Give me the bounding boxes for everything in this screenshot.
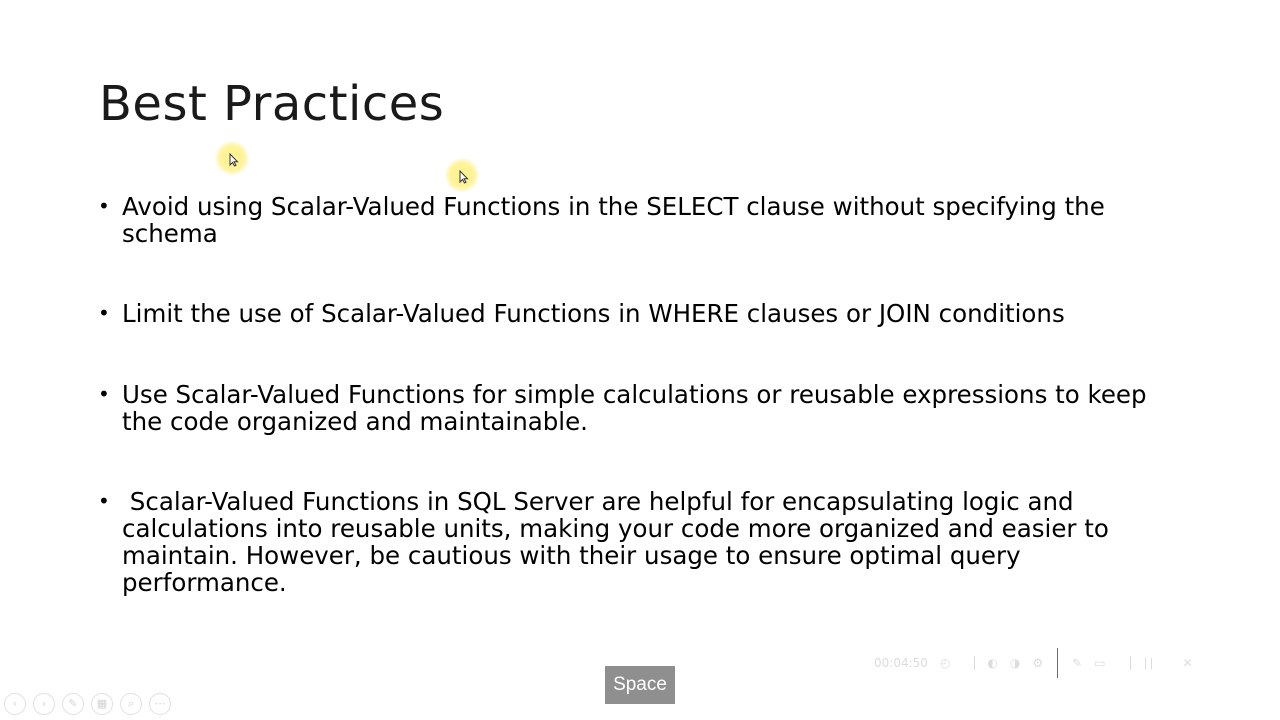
bullet-marker: •	[98, 194, 110, 218]
bullet-text: Scalar-Valued Functions in SQL Server ar…	[122, 487, 1117, 597]
bullet-text: Use Scalar-Valued Functions for simple c…	[122, 380, 1147, 436]
list-item: • Use Scalar-Valued Functions for simple…	[98, 381, 1178, 435]
speaker-icon[interactable]: ◑	[1010, 656, 1020, 670]
toolbar-separator	[1057, 648, 1059, 678]
presentation-timer: 00:04:50	[874, 656, 928, 670]
presenter-toolbar: 00:04:50 ◴ ◐ ◑ ⚙ ✎ ▭ ∣∣ ✕	[874, 648, 1205, 678]
bullet-marker: •	[98, 382, 110, 406]
zoom-icon[interactable]: ⌕	[120, 693, 142, 715]
close-icon[interactable]: ✕	[1183, 656, 1193, 670]
pause-bars-icon[interactable]: ∣∣	[1143, 656, 1155, 670]
bullet-text: Avoid using Scalar-Valued Functions in t…	[122, 192, 1105, 248]
toolbar-divider	[1129, 656, 1131, 670]
presentation-slide: Best Practices • Avoid using Scalar-Valu…	[0, 0, 1280, 720]
keystroke-badge: Space	[605, 666, 675, 704]
pause-icon[interactable]: ◴	[940, 656, 950, 670]
toolbar-divider	[974, 656, 976, 670]
list-item: • Avoid using Scalar-Valued Functions in…	[98, 193, 1178, 247]
slide-title: Best Practices	[99, 76, 445, 132]
bullet-text: Limit the use of Scalar-Valued Functions…	[122, 299, 1065, 328]
mouse-pointer-icon	[229, 153, 239, 167]
cursor-highlight	[215, 141, 249, 175]
list-item: • Scalar-Valued Functions in SQL Server …	[98, 488, 1178, 596]
previous-slide-icon[interactable]: ‹	[4, 693, 26, 715]
slideshow-navigation: ‹ › ✎ ▦ ⌕ ⋯	[4, 693, 171, 715]
list-item: • Limit the use of Scalar-Valued Functio…	[98, 300, 1178, 327]
pen-tool-icon[interactable]: ✎	[62, 693, 84, 715]
cursor-highlight	[445, 158, 479, 192]
next-slide-icon[interactable]: ›	[33, 693, 55, 715]
pen-icon[interactable]: ✎	[1072, 656, 1082, 670]
more-options-icon[interactable]: ⋯	[149, 693, 171, 715]
all-slides-icon[interactable]: ▦	[91, 693, 113, 715]
microphone-icon[interactable]: ◐	[987, 656, 997, 670]
subtitles-icon[interactable]: ▭	[1094, 656, 1105, 670]
bullet-marker: •	[98, 301, 110, 325]
mouse-pointer-icon	[459, 170, 469, 184]
bullet-marker: •	[98, 489, 110, 513]
settings-icon[interactable]: ⚙	[1032, 656, 1043, 670]
